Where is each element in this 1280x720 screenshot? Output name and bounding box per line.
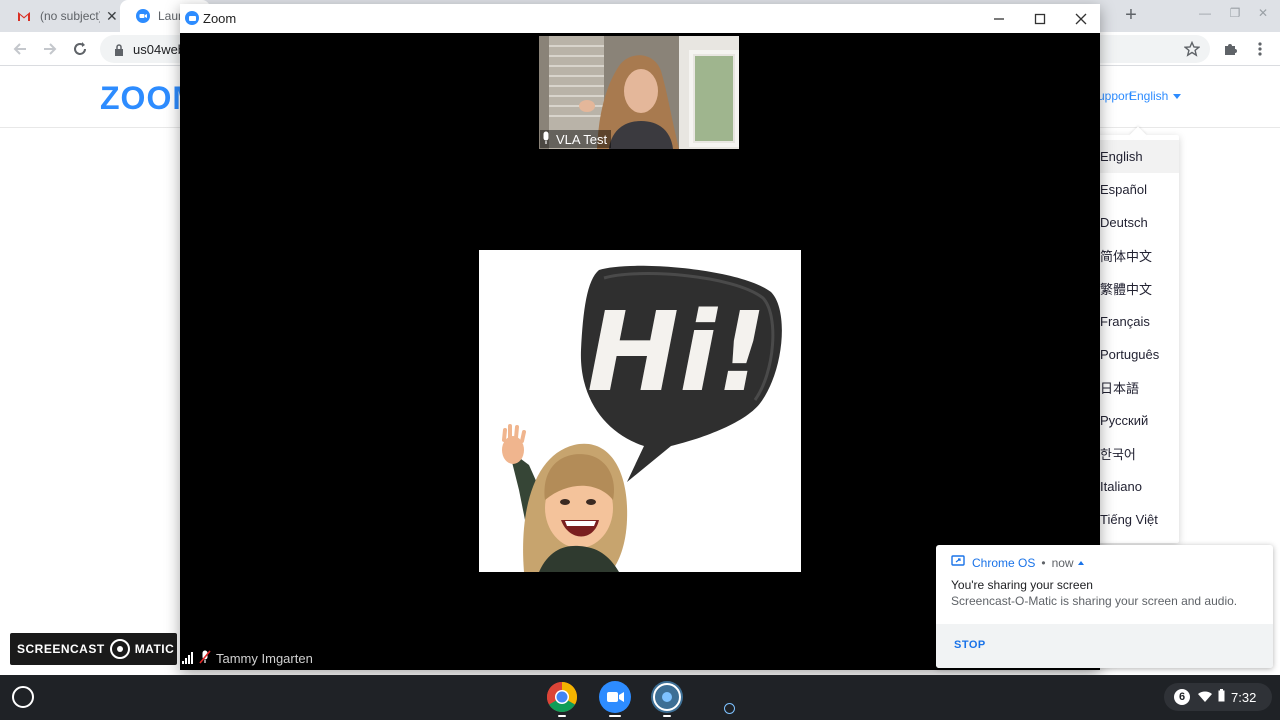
- forward-icon[interactable]: [40, 39, 60, 59]
- launcher-icon[interactable]: [12, 686, 34, 708]
- language-selector[interactable]: English: [1129, 89, 1182, 103]
- battery-icon: [1218, 689, 1225, 705]
- window-titlebar[interactable]: Zoom: [180, 4, 1100, 33]
- tab-title: (no subject): [40, 9, 100, 23]
- restore-icon[interactable]: ❐: [1224, 6, 1246, 26]
- record-icon: [109, 639, 130, 659]
- caret-down-icon: [1173, 93, 1182, 99]
- chrome-icon[interactable]: [546, 681, 578, 713]
- minimize-icon[interactable]: [988, 8, 1010, 30]
- screen-share-icon: [951, 555, 965, 570]
- participant-name: VLA Test: [556, 131, 608, 147]
- status-tray[interactable]: 6 7:32: [1164, 683, 1272, 711]
- notification-actions: STOP: [936, 624, 1273, 668]
- zoom-app-icon: [185, 11, 199, 25]
- chevron-up-icon: [1077, 560, 1084, 565]
- hi-bitmoji-image: Hi!: [479, 250, 801, 572]
- muted-microphone-icon: [199, 649, 211, 667]
- close-icon[interactable]: ✕: [1252, 6, 1274, 26]
- notification-header[interactable]: Chrome OS • now: [951, 555, 1084, 570]
- recording-status-icon[interactable]: [724, 703, 735, 714]
- bookmark-star-icon[interactable]: [1182, 39, 1202, 59]
- extensions-icon[interactable]: [1220, 39, 1240, 59]
- signal-strength-icon: [182, 652, 193, 664]
- microphone-icon: [542, 131, 550, 148]
- hi-text: Hi!: [587, 288, 767, 416]
- close-icon[interactable]: [1070, 8, 1092, 30]
- speaker-label: Tammy Imgarten: [180, 648, 313, 668]
- chromeos-shelf: 6 7:32: [0, 675, 1280, 720]
- zoom-icon[interactable]: [599, 681, 631, 713]
- new-tab-button[interactable]: +: [1120, 4, 1142, 26]
- app-running-indicator: [663, 715, 671, 717]
- notification-message: Screencast-O-Matic is sharing your scree…: [951, 594, 1238, 608]
- menu-icon[interactable]: [1250, 39, 1270, 59]
- wifi-icon: [1198, 690, 1212, 705]
- window-title: Zoom: [203, 11, 237, 26]
- lock-icon: [114, 43, 124, 61]
- watermark-text: MATIC: [134, 642, 175, 656]
- notification-source: Chrome OS: [972, 555, 1036, 570]
- participant-name-label: VLA Test: [540, 130, 612, 148]
- participant-thumbnail[interactable]: VLA Test: [539, 36, 739, 149]
- close-icon[interactable]: ✕: [106, 8, 118, 25]
- active-speaker-video[interactable]: Hi!: [479, 250, 801, 572]
- maximize-icon[interactable]: [1029, 8, 1051, 30]
- clock: 7:32: [1231, 689, 1257, 705]
- separator: •: [1041, 555, 1046, 570]
- notification-count-badge: 6: [1174, 689, 1190, 705]
- minimize-icon[interactable]: —: [1194, 6, 1216, 26]
- language-selector-label: English: [1129, 89, 1169, 103]
- tab-gmail[interactable]: (no subject) ✕: [0, 0, 120, 32]
- notification-title: You're sharing your screen: [951, 578, 1093, 592]
- zoom-icon: [136, 8, 150, 24]
- app-running-indicator: [558, 715, 566, 717]
- speaker-name: Tammy Imgarten: [216, 650, 313, 666]
- gmail-icon: [16, 8, 32, 24]
- back-icon[interactable]: [10, 39, 30, 59]
- notification-time: now: [1051, 555, 1074, 570]
- watermark-text: SCREENCAST: [17, 642, 105, 656]
- reload-icon[interactable]: [70, 39, 90, 59]
- app-active-indicator: [609, 715, 621, 717]
- stop-sharing-button[interactable]: STOP: [954, 639, 986, 651]
- screencast-o-matic-watermark: SCREENCAST MATIC: [10, 633, 177, 665]
- screen-sharing-notification: Chrome OS • now You're sharing your scre…: [936, 545, 1273, 668]
- screencast-o-matic-icon[interactable]: [651, 681, 683, 713]
